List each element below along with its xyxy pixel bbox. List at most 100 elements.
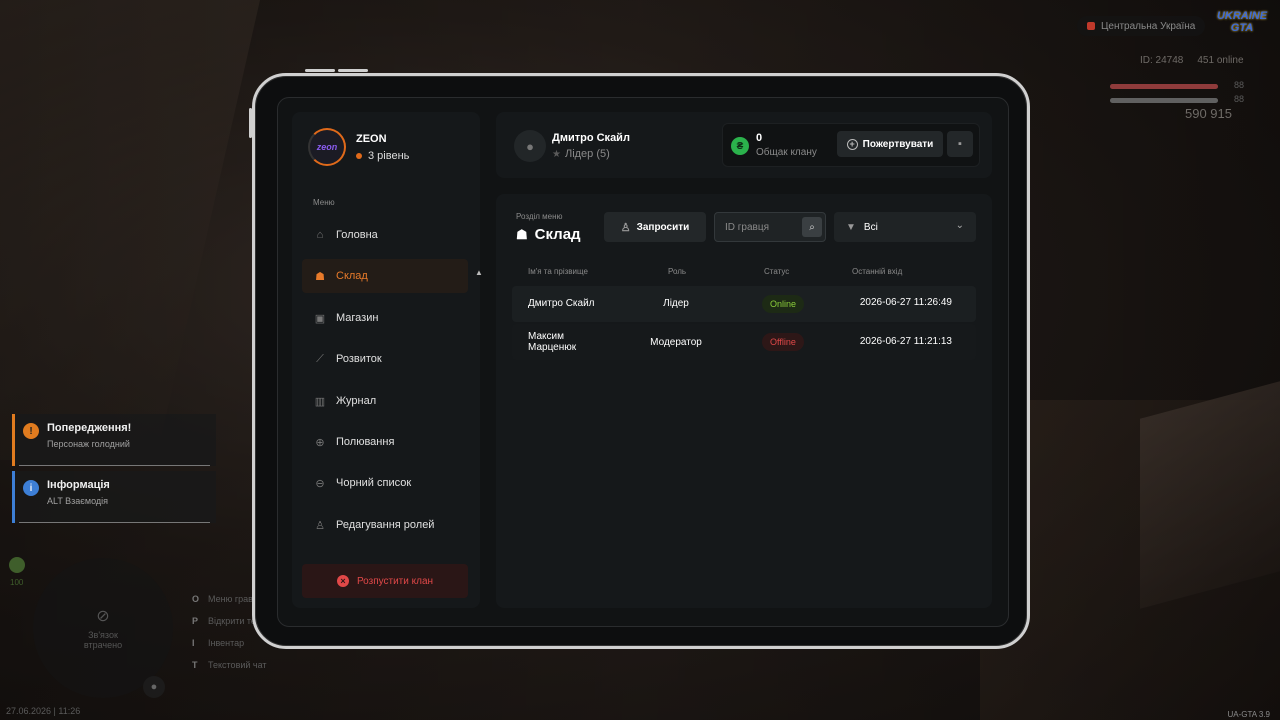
disband-clan-button[interactable]: × Розпустити клан (302, 564, 468, 598)
player-id-input[interactable] (715, 213, 799, 241)
status-badge: Online (762, 295, 805, 313)
armor-bar (1110, 98, 1218, 103)
region-label: Центральна Україна (1101, 20, 1196, 32)
region-flag-icon (1087, 22, 1095, 30)
member-last-login: 2026-06-27 11:26:49 (859, 297, 952, 308)
section-title: ☗ Склад (516, 226, 581, 243)
clan-name: ZEON (356, 132, 387, 145)
book-icon: ▥ (314, 395, 326, 408)
sidebar-item-members[interactable]: ☗ Склад (302, 259, 468, 293)
filter-value: Всі (863, 221, 878, 233)
clan-avatar: zeon (308, 128, 346, 166)
mouse-cursor-icon: ▲ (475, 268, 483, 277)
player-id: ID: 24748 (1140, 55, 1184, 66)
money-counter: 590 915 (1185, 106, 1232, 121)
donate-label: Пожертвувати (862, 138, 934, 150)
members-icon: ☗ (516, 226, 528, 242)
chart-icon: ⟋ (316, 352, 324, 365)
sidebar-item-label: Чорний список (336, 477, 412, 489)
member-last-login: 2026-06-27 11:21:13 (859, 336, 952, 347)
microphone-icon: ● (143, 676, 165, 698)
invite-button[interactable]: ♙ Запросити (604, 212, 706, 242)
clan-level-label: 3 рівень (368, 149, 410, 162)
table-row[interactable]: Дмитро Скайл Лідер Online 2026-06-27 11:… (512, 286, 976, 322)
user-plus-icon: ♙ (620, 221, 631, 234)
version-label: UA-GTA 3.9 (1227, 710, 1270, 719)
tablet-button (305, 69, 335, 72)
player-id-search: ⌕ (714, 212, 826, 242)
no-signal-icon: ⊘ (96, 608, 110, 625)
search-icon: ⌕ (809, 221, 815, 233)
column-header-last-login: Останній вхід (852, 267, 903, 276)
hunger-status-value: 100 (10, 578, 24, 587)
member-name: Максим Марценюк (528, 331, 577, 353)
sidebar-item-label: Полювання (336, 436, 395, 448)
status-filter-select[interactable]: ▼ Всі ⌄ (834, 212, 976, 242)
user-name: Дмитро Скайл (552, 132, 630, 144)
sidebar-item-hunting[interactable]: ⊕ Полювання (302, 425, 468, 459)
shop-icon: ▣ (314, 312, 326, 325)
sidebar-item-label: Журнал (336, 395, 377, 407)
sidebar-item-shop[interactable]: ▣ Магазин (302, 301, 468, 335)
notification-text: ALT Взаємодія (47, 496, 109, 506)
health-bar (1110, 84, 1218, 89)
column-header-role: Роль (668, 267, 687, 276)
sidebar-item-development[interactable]: ⟋ Розвиток (302, 342, 468, 376)
server-stats: ID: 24748 451 online (1140, 55, 1244, 66)
notification-text: Персонаж голодний (47, 439, 130, 449)
clan-sidebar: zeon ZEON 3 рівень Меню ⌂ Головна ☗ Скла… (292, 112, 480, 608)
filter-icon: ▼ (846, 221, 856, 233)
notification-title: Інформація (47, 479, 110, 491)
user-bar: ● Дмитро Скайл ★ Лідер (5) ₴ 0 Общак кла… (496, 112, 992, 178)
notification-timer-line (19, 522, 210, 523)
sidebar-item-label: Магазин (336, 312, 379, 324)
user-role: ★ Лідер (5) (552, 148, 610, 160)
members-panel: Розділ меню ☗ Склад ♙ Запросити ⌕ ▼ Всі … (496, 194, 992, 608)
status-badge: Offline (762, 333, 804, 351)
clan-level: 3 рівень (356, 150, 409, 162)
hunger-status-icon (9, 557, 25, 573)
sidebar-item-blacklist[interactable]: ⊖ Чорний список (302, 466, 468, 500)
tablet-frame: zeon ZEON 3 рівень Меню ⌂ Головна ☗ Скла… (252, 73, 1030, 649)
menu-caption: Меню (313, 198, 335, 207)
members-icon: ☗ (315, 270, 325, 283)
search-button[interactable]: ⌕ (802, 217, 822, 237)
clan-header: zeon ZEON 3 рівень (308, 128, 409, 166)
sidebar-item-label: Головна (336, 229, 378, 241)
chevron-down-icon: ⌄ (955, 220, 964, 231)
donate-button[interactable]: + Пожертвувати (837, 131, 943, 157)
sidebar-item-label: Розвиток (336, 353, 382, 365)
bank-label: Общак клану (756, 147, 817, 158)
member-name: Дмитро Скайл (528, 298, 595, 309)
datetime: 27.06.2026 | 11:26 (6, 706, 81, 716)
safe-button[interactable]: ▪ (947, 131, 973, 157)
region-badge: Центральна Україна (1077, 16, 1206, 36)
table-row[interactable]: Максим Марценюк Модератор Offline 2026-0… (512, 324, 976, 360)
disband-label: Розпустити клан (356, 575, 434, 587)
tablet-button (338, 69, 368, 72)
warning-notification: ! Попередження! Персонаж голодний (12, 414, 216, 466)
notification-title: Попередження! (47, 422, 132, 434)
minimap-lost-text: Зв'язок втрачено (83, 630, 123, 650)
sidebar-item-label: Редагування ролей (336, 519, 435, 531)
user-avatar-icon: ● (514, 130, 546, 162)
notification-timer-line (19, 465, 210, 466)
invite-label: Запросити (636, 221, 690, 233)
sidebar-item-home[interactable]: ⌂ Головна (302, 218, 468, 252)
health-value: 88 (1234, 80, 1245, 90)
home-icon: ⌂ (316, 229, 324, 241)
member-role: Лідер (663, 298, 689, 309)
block-icon: ⊖ (315, 477, 325, 490)
column-header-name: Ім'я та прізвище (528, 267, 588, 276)
warning-icon: ! (23, 423, 39, 439)
sidebar-item-edit-roles[interactable]: ♙ Редагування ролей (302, 508, 468, 542)
user-edit-icon: ♙ (315, 519, 325, 532)
sidebar-item-journal[interactable]: ▥ Журнал (302, 384, 468, 418)
level-dot-icon (356, 152, 362, 159)
star-icon: ★ (552, 148, 561, 160)
server-logo: UKRAINE GTA (1216, 10, 1268, 34)
member-role: Модератор (650, 337, 702, 348)
info-notification: i Інформація ALT Взаємодія (12, 471, 216, 523)
user-role-label: Лідер (5) (564, 148, 610, 160)
section-title-label: Склад (534, 226, 581, 243)
